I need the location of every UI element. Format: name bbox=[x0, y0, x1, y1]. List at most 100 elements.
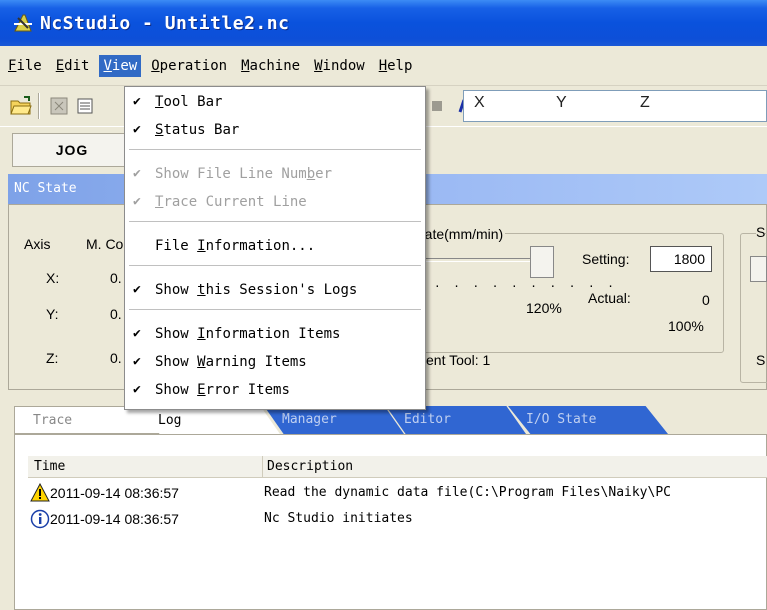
feedrate-slider-thumb[interactable] bbox=[530, 246, 554, 278]
session-logs-label-pre: Show bbox=[155, 282, 198, 298]
table-row[interactable]: 2011-09-14 08:36:57 Nc Studio initiates bbox=[28, 508, 767, 530]
setting-label: Setting: bbox=[582, 251, 630, 267]
feedrate-group-label: rate(mm/min) bbox=[420, 226, 506, 242]
menu-view-label: iew bbox=[111, 57, 138, 74]
menu-edit[interactable]: Edit bbox=[52, 55, 94, 77]
check-icon: ✔ bbox=[133, 382, 141, 397]
warning-icon bbox=[30, 482, 50, 503]
feedrate-slider-track[interactable] bbox=[420, 258, 530, 262]
menu-view[interactable]: View bbox=[99, 54, 142, 77]
menu-item-show-information-items[interactable]: ✔ Show Information Items bbox=[125, 321, 425, 347]
menu-machine[interactable]: Machine bbox=[237, 55, 304, 77]
time-column-header[interactable]: Time bbox=[34, 456, 65, 478]
tab-editor[interactable]: Editor bbox=[386, 406, 526, 434]
menu-file[interactable]: File bbox=[4, 55, 46, 77]
feed-setting-field[interactable]: 1800 bbox=[650, 246, 712, 272]
menu-help[interactable]: Help bbox=[375, 55, 417, 77]
log-time: 2011-09-14 08:36:57 bbox=[50, 511, 179, 527]
menu-help-label: elp bbox=[387, 57, 413, 74]
menu-item-trace-current-line[interactable]: ✔ Trace Current Line bbox=[125, 189, 425, 215]
table-row[interactable]: 2011-09-14 08:36:57 Read the dynamic dat… bbox=[28, 482, 767, 504]
menu-bar: File Edit View Operation Machine Window … bbox=[0, 46, 767, 86]
information-items-key: I bbox=[197, 326, 206, 342]
menu-help-key: H bbox=[378, 57, 388, 74]
menu-file-label: ile bbox=[16, 57, 42, 74]
toolbar-button-1[interactable] bbox=[46, 93, 72, 119]
spindle-field[interactable] bbox=[750, 256, 767, 282]
actual-percent: 100% bbox=[668, 318, 704, 334]
axis-z-row-value: 0. bbox=[110, 350, 122, 366]
menu-item-show-warning-items[interactable]: ✔ Show Warning Items bbox=[125, 349, 425, 375]
axis-y-row-label: Y: bbox=[46, 306, 59, 322]
toolbar-button-2[interactable] bbox=[72, 93, 98, 119]
machine-coord-header: M. Co bbox=[86, 236, 124, 252]
tab-io-state[interactable]: I/O State bbox=[508, 406, 668, 434]
stop-button[interactable] bbox=[424, 93, 450, 119]
tab-log[interactable]: Log bbox=[140, 406, 280, 434]
description-column-header[interactable]: Description bbox=[262, 456, 353, 478]
menu-window-key: W bbox=[314, 57, 323, 74]
log-table-header: Time Description bbox=[28, 456, 767, 478]
title-bar[interactable]: NcStudio - Untitle2.nc bbox=[0, 0, 767, 46]
menu-item-file-information[interactable]: File Information... bbox=[125, 233, 425, 259]
menu-machine-label: achine bbox=[249, 57, 301, 74]
file-line-number-label-post: er bbox=[315, 166, 333, 182]
log-description: Read the dynamic data file(C:\Program Fi… bbox=[264, 485, 671, 500]
file-information-key: I bbox=[197, 238, 206, 254]
spindle-group-label: S bbox=[756, 224, 766, 240]
axis-x-row-value: 0. bbox=[110, 270, 122, 286]
axis-z-row-label: Z: bbox=[46, 350, 59, 366]
menu-operation-key: O bbox=[151, 57, 160, 74]
grid-icon bbox=[50, 97, 68, 115]
tab-manager[interactable]: Manager bbox=[264, 406, 404, 434]
file-line-number-key: b bbox=[306, 166, 316, 182]
tab-trace-label: Trace bbox=[33, 413, 73, 428]
tab-manager-label: Manager bbox=[282, 412, 337, 427]
menu-item-status-bar[interactable]: ✔ Status Bar bbox=[125, 117, 425, 143]
error-items-key: E bbox=[197, 382, 206, 398]
tab-io-state-label: I/O State bbox=[526, 412, 597, 427]
check-icon: ✔ bbox=[133, 166, 141, 181]
error-items-label-pre: Show bbox=[155, 382, 198, 398]
warning-items-label-post: arning Items bbox=[205, 354, 307, 370]
file-information-label-post: nformation... bbox=[205, 238, 316, 254]
menu-item-tool-bar[interactable]: ✔ Tool Bar bbox=[125, 89, 425, 115]
warning-items-key: W bbox=[197, 354, 206, 370]
menu-item-show-session-logs[interactable]: ✔ Show this Session's Logs bbox=[125, 277, 425, 303]
menu-separator bbox=[129, 221, 421, 223]
menu-window[interactable]: Window bbox=[310, 55, 369, 77]
check-icon: ✔ bbox=[133, 194, 141, 209]
jog-tab[interactable]: JOG bbox=[12, 133, 132, 167]
document-icon bbox=[77, 98, 93, 114]
information-items-label-pre: Show bbox=[155, 326, 198, 342]
tool-bar-label: ool Bar bbox=[163, 94, 223, 110]
stop-icon bbox=[432, 101, 442, 111]
trace-current-line-label: race Current Line bbox=[163, 194, 307, 210]
spindle-speed-label: S bbox=[756, 352, 766, 368]
menu-separator bbox=[129, 149, 421, 151]
open-file-button[interactable] bbox=[8, 93, 34, 119]
warning-items-label-pre: Show bbox=[155, 354, 198, 370]
view-menu-dropdown: ✔ Tool Bar ✔ Status Bar ✔ Show File Line Nu… bbox=[124, 86, 426, 410]
check-icon: ✔ bbox=[133, 354, 141, 369]
toolbar-separator bbox=[38, 93, 40, 119]
file-information-label-pre: File bbox=[155, 238, 198, 254]
menu-operation[interactable]: Operation bbox=[147, 55, 231, 77]
tab-editor-label: Editor bbox=[404, 412, 451, 427]
actual-label: Actual: bbox=[588, 290, 631, 306]
menu-item-show-file-line-number[interactable]: ✔ Show File Line Number bbox=[125, 161, 425, 187]
file-line-number-label-pre: Show File Line Num bbox=[155, 166, 307, 182]
menu-separator bbox=[129, 265, 421, 267]
session-logs-key: t bbox=[197, 282, 206, 298]
axis-column-header: Axis bbox=[24, 236, 51, 252]
menu-window-label: indow bbox=[322, 57, 365, 74]
check-icon: ✔ bbox=[133, 326, 141, 341]
menu-item-show-error-items[interactable]: ✔ Show Error Items bbox=[125, 377, 425, 403]
slider-percent: 120% bbox=[526, 300, 562, 316]
current-tool-label: ent Tool: 1 bbox=[426, 352, 491, 368]
log-time: 2011-09-14 08:36:57 bbox=[50, 485, 179, 501]
check-icon: ✔ bbox=[133, 94, 141, 109]
information-items-label-post: nformation Items bbox=[205, 326, 341, 342]
axis-x-label: X bbox=[474, 94, 485, 111]
coordinate-display bbox=[463, 90, 767, 122]
